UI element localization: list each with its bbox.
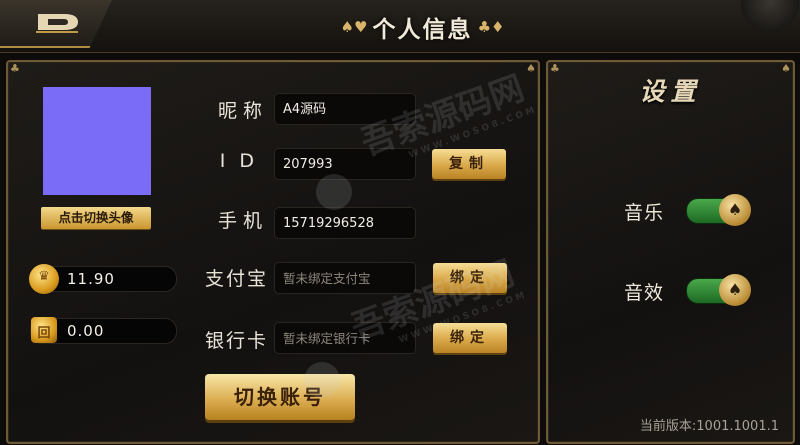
title-suits-right: ♣♦ xyxy=(477,18,505,36)
nickname-field[interactable]: A4源码 xyxy=(274,93,416,125)
avatar[interactable] xyxy=(43,87,151,195)
sound-label: 音效 xyxy=(624,282,665,304)
back-icon xyxy=(36,14,78,33)
version-text: 当前版本:1001.1001.1 xyxy=(639,419,779,434)
change-avatar-button[interactable]: 点击切换头像 xyxy=(41,207,151,229)
sound-toggle[interactable]: ♠ xyxy=(686,274,751,306)
switch-account-button[interactable]: 切换账号 xyxy=(205,374,355,420)
page-title: 个人信息 xyxy=(372,16,473,43)
card-value: 0.00 xyxy=(67,322,105,340)
bind-bank-button[interactable]: 绑定 xyxy=(433,323,507,353)
spade-icon: ♠ xyxy=(719,274,751,306)
title-suits-left: ♠♥ xyxy=(340,18,368,36)
card-balance: 回 0.00 xyxy=(30,317,177,344)
gold-balance: ♛ 11.90 xyxy=(29,264,177,294)
copy-id-button[interactable]: 复制 xyxy=(432,149,506,179)
top-bar: ♠♥ 个人信息 ♣♦ xyxy=(0,0,800,53)
settings-panel: ♣ ♠ 设置 音乐 ♠ 音效 ♠ 当前版本:1001.1001.1 xyxy=(546,60,795,444)
settings-title: 设置 xyxy=(639,77,702,106)
crown-coin-icon: ♛ xyxy=(29,264,59,294)
music-label: 音乐 xyxy=(624,202,665,224)
card-icon: 回 xyxy=(31,317,57,343)
bank-label: 银行卡 xyxy=(204,330,268,352)
phone-field[interactable]: 15719296528 xyxy=(274,207,416,239)
gold-value: 11.90 xyxy=(67,270,115,288)
back-button[interactable] xyxy=(0,0,112,48)
bind-alipay-button[interactable]: 绑定 xyxy=(433,263,507,293)
spade-icon: ♠ xyxy=(719,194,751,226)
corner-spade-icon: ♠ xyxy=(526,62,536,75)
chips-decoration xyxy=(730,0,800,30)
alipay-label: 支付宝 xyxy=(204,268,268,290)
bank-card-field[interactable]: 暂未绑定银行卡 xyxy=(274,322,416,354)
alipay-field[interactable]: 暂未绑定支付宝 xyxy=(274,262,416,294)
profile-panel: ♣ ♠ 点击切换头像 ♛ 11.90 回 0.00 昵称 A4源码 ID 207… xyxy=(6,60,540,444)
corner-club-icon: ♣ xyxy=(10,62,20,75)
id-field: 207993 xyxy=(274,148,416,180)
nickname-label: 昵称 xyxy=(217,100,268,122)
page-title-group: ♠♥ 个人信息 ♣♦ xyxy=(310,10,535,44)
music-toggle[interactable]: ♠ xyxy=(686,194,751,226)
phone-label: 手机 xyxy=(217,210,268,232)
id-label: ID xyxy=(219,150,268,172)
